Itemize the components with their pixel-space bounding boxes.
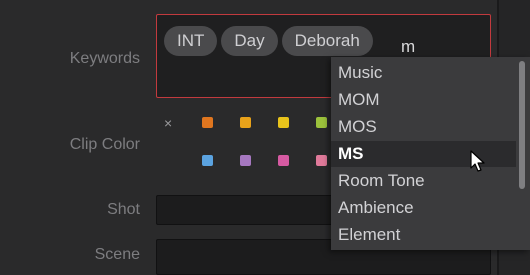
scene-label: Scene [94,246,140,263]
dropdown-item[interactable]: Ambience [331,195,516,221]
dropdown-item[interactable]: Music [331,60,516,86]
mouse-cursor-icon [470,150,485,172]
color-swatch-orange[interactable] [202,117,213,128]
keyword-tag[interactable]: INT [164,26,218,56]
keywords-typed-text[interactable]: m [401,36,415,58]
clip-color-label: Clip Color [69,136,140,153]
keyword-tag[interactable]: Deborah [281,26,373,56]
dropdown-item[interactable]: Room Tone [331,168,516,194]
dropdown-item[interactable]: MOM [331,87,516,113]
color-swatch-apricot[interactable] [240,117,251,128]
dropdown-item[interactable]: Element [331,222,516,248]
color-swatch-pink[interactable] [278,155,289,166]
clear-color-icon[interactable]: × [164,115,172,131]
color-swatch-blue[interactable] [202,155,213,166]
color-swatch-rose[interactable] [316,155,327,166]
keyword-tag[interactable]: Day [221,26,278,56]
color-swatch-purple[interactable] [240,155,251,166]
dropdown-item[interactable]: MOS [331,114,516,140]
shot-label: Shot [107,201,140,218]
color-swatch-yellow[interactable] [278,117,289,128]
keyword-suggestions-dropdown: Music MOM MOS MS Room Tone Ambience Elem… [331,57,530,250]
keywords-label: Keywords [69,50,140,67]
dropdown-item[interactable]: MS [331,141,516,167]
color-swatch-lime[interactable] [316,117,327,128]
keyword-tags: INT Day Deborah [164,26,373,56]
dropdown-scrollbar[interactable] [519,61,525,189]
